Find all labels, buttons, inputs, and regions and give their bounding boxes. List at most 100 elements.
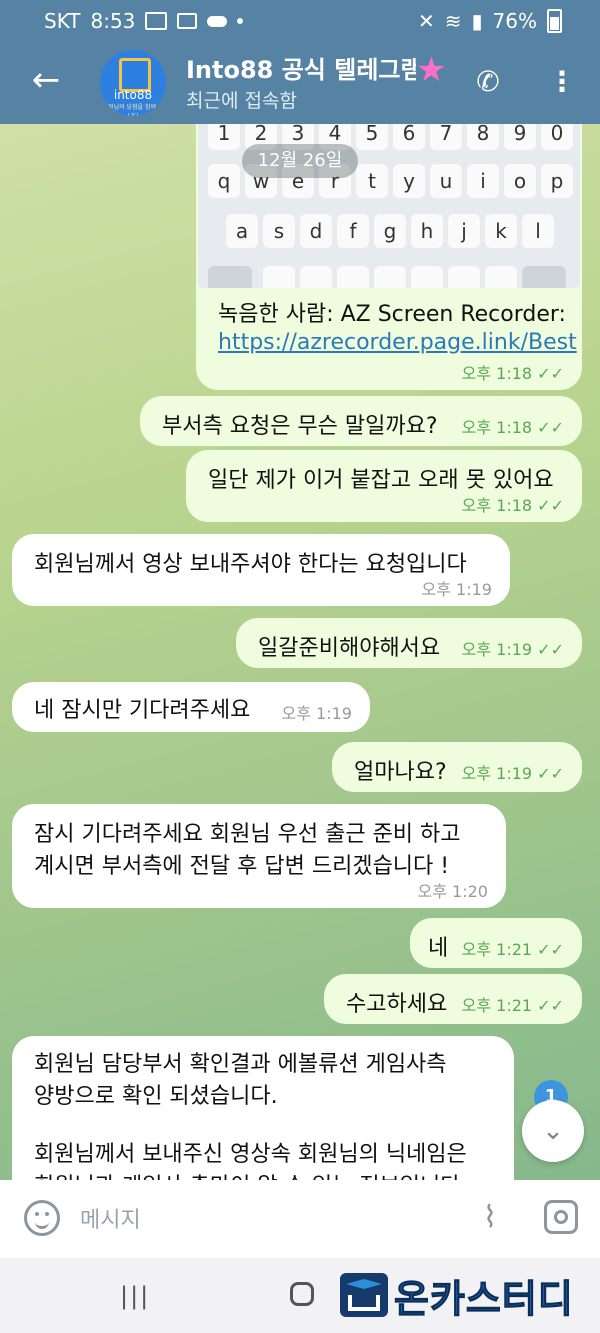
message-bubble-outgoing[interactable]: 수고하세요 오후 1:21 ✓✓: [324, 974, 582, 1024]
home-button[interactable]: [290, 1282, 314, 1306]
emoji-icon[interactable]: [24, 1200, 60, 1236]
last-seen-status: 최근에 접속함: [186, 90, 297, 112]
keyboard-key: d: [300, 214, 332, 248]
message-text: 회원님과 게임사 측만이 알 수 있는 정보입니다: [34, 1168, 461, 1180]
cloud-icon: [207, 15, 228, 27]
message-text: 네: [428, 936, 449, 961]
gallery-icon: [145, 12, 168, 30]
watermark: 온카스터디: [340, 1272, 574, 1321]
battery-level: 76%: [492, 9, 537, 33]
keyboard-key: t: [356, 164, 388, 198]
keyboard-key: o: [504, 164, 536, 198]
message-time: 오후 1:20: [417, 882, 488, 901]
message-time: 오후 1:19: [421, 580, 492, 599]
video-icon: [177, 13, 198, 29]
message-bubble-outgoing[interactable]: 일갈준비해야해서요 오후 1:19 ✓✓: [236, 618, 582, 668]
message-bubble-outgoing[interactable]: 일단 제가 이거 붙잡고 오래 못 있어요 오후 1:18 ✓✓: [186, 450, 582, 522]
keyboard-key: q: [208, 164, 240, 198]
keyboard-key: 1: [208, 124, 240, 150]
camera-icon[interactable]: [544, 1200, 578, 1234]
star-icon: ★: [416, 50, 447, 90]
message-text: 회원님께서 영상 보내주셔야 한다는 요청입니다: [34, 552, 467, 577]
message-text: 양방으로 확인 되셨습니다.: [34, 1084, 278, 1109]
keyboard-key: 0: [541, 124, 573, 150]
wifi-icon: ≋: [444, 9, 462, 33]
mute-icon: ✕: [418, 9, 435, 33]
message-text: 회원님께서 보내주신 영상속 회원님의 닉네임은: [34, 1142, 467, 1167]
message-bubble-outgoing[interactable]: 네 오후 1:21 ✓✓: [410, 918, 582, 968]
message-text: 계시면 부서측에 전달 후 답변 드리겠습니다 !: [34, 854, 450, 879]
avatar-brand: into88: [113, 88, 153, 102]
message-text: 일갈준비해야해서요: [258, 636, 441, 661]
message-text: 네 잠시만 기다려주세요: [34, 698, 251, 723]
message-link[interactable]: https://azrecorder.page.link/Best: [218, 330, 577, 355]
chat-header: ← into88 회원님의 당첨을 함께 합니다 Into88 공식 텔레그램 …: [0, 44, 600, 124]
graduation-cap-logo-icon: [340, 1273, 388, 1317]
keyboard-key: h: [411, 214, 443, 248]
message-bubble-incoming[interactable]: 회원님 담당부서 확인결과 에볼류션 게임사측 양방으로 확인 되셨습니다. 회…: [12, 1036, 514, 1180]
avatar[interactable]: into88 회원님의 당첨을 함께 합니다: [100, 50, 166, 116]
message-time: 오후 1:18 ✓✓: [461, 496, 564, 515]
message-bubble-incoming[interactable]: 회원님께서 영상 보내주셔야 한다는 요청입니다 오후 1:19: [12, 534, 510, 606]
message-text: 얼마나요?: [354, 760, 447, 785]
backspace-key: [522, 266, 566, 288]
avatar-tagline: 회원님의 당첨을 함께 합니다: [102, 104, 164, 116]
keyboard-key: [411, 266, 443, 288]
keyboard-key: [374, 266, 406, 288]
battery-icon: [547, 9, 562, 33]
message-text: 잠시 기다려주세요 회원님 우선 출근 준비 하고: [34, 822, 461, 847]
keyboard-key: [448, 266, 480, 288]
keyboard-key: 8: [467, 124, 499, 150]
message-text: 회원님 담당부서 확인결과 에볼류션 게임사측: [34, 1052, 447, 1077]
phone-icon[interactable]: ✆: [468, 62, 508, 102]
message-bubble-incoming[interactable]: 잠시 기다려주세요 회원님 우선 출근 준비 하고 계시면 부서측에 전달 후 …: [12, 804, 506, 908]
message-time: 오후 1:18 ✓✓: [461, 418, 564, 437]
message-input[interactable]: [78, 1200, 442, 1240]
system-nav-bar: ||| 온카스터디: [0, 1258, 600, 1333]
carrier-label: SKT: [44, 9, 81, 33]
message-text: 부서측 요청은 무슨 말일까요?: [162, 414, 438, 439]
date-badge: 12월 26일: [242, 144, 358, 178]
keyboard-key: 5: [356, 124, 388, 150]
keyboard-key: k: [485, 214, 517, 248]
keyboard-key: i: [467, 164, 499, 198]
message-composer: ⌇: [0, 1180, 600, 1258]
keyboard-key: u: [430, 164, 462, 198]
keyboard-key: g: [374, 214, 406, 248]
message-time: 오후 1:19 ✓✓: [461, 640, 564, 659]
keyboard-key: l: [522, 214, 554, 248]
message-time: 오후 1:19: [281, 704, 352, 723]
keyboard-key: 7: [430, 124, 462, 150]
shift-key: [208, 266, 252, 288]
watermark-text: 온카스터디: [394, 1276, 574, 1321]
signal-icon: ▮: [471, 9, 483, 33]
recent-apps-button[interactable]: |||: [120, 1282, 150, 1310]
message-text: 일단 제가 이거 붙잡고 오래 못 있어요: [208, 468, 554, 493]
message-time: 오후 1:21 ✓✓: [461, 940, 564, 959]
message-list[interactable]: 1 2 3 4 5 6 7 8 9 0 q w e r t y u i o p …: [0, 124, 600, 1180]
paperclip-icon[interactable]: ⌇: [470, 1198, 510, 1238]
arrow-left-icon[interactable]: ←: [24, 58, 68, 102]
keyboard-key: y: [393, 164, 425, 198]
keyboard-key: s: [263, 214, 295, 248]
message-bubble-incoming[interactable]: 네 잠시만 기다려주세요 오후 1:19: [12, 682, 370, 732]
keyboard-key: a: [226, 214, 258, 248]
keyboard-key: p: [541, 164, 573, 198]
logo-icon: [119, 58, 151, 92]
message-time: 오후 1:18 ✓✓: [461, 364, 564, 383]
message-text: 수고하세요: [346, 992, 448, 1017]
chat-title[interactable]: Into88 공식 텔레그램: [186, 50, 416, 85]
keyboard-key: j: [448, 214, 480, 248]
message-time: 오후 1:21 ✓✓: [461, 996, 564, 1015]
message-bubble-outgoing[interactable]: 부서측 요청은 무슨 말일까요? 오후 1:18 ✓✓: [140, 396, 582, 446]
clock: 8:53: [90, 9, 136, 33]
chevron-down-icon[interactable]: ⌄: [522, 1100, 584, 1162]
keyboard-key: [263, 266, 295, 288]
keyboard-key: [337, 266, 369, 288]
more-vertical-icon[interactable]: ⋮: [544, 62, 580, 102]
message-time: 오후 1:19 ✓✓: [461, 764, 564, 783]
message-bubble-outgoing[interactable]: 얼마나요? 오후 1:19 ✓✓: [332, 742, 582, 792]
status-bar: SKT 8:53 ✕ ≋ ▮ 76%: [0, 0, 600, 44]
keyboard-key: 6: [393, 124, 425, 150]
keyboard-key: [485, 266, 517, 288]
